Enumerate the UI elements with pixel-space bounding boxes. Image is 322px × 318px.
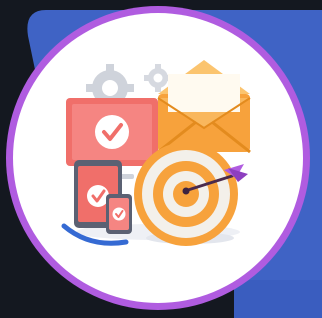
illustration-card bbox=[0, 0, 322, 318]
phone-icon bbox=[106, 194, 132, 234]
target-marketing-badge bbox=[6, 6, 310, 310]
